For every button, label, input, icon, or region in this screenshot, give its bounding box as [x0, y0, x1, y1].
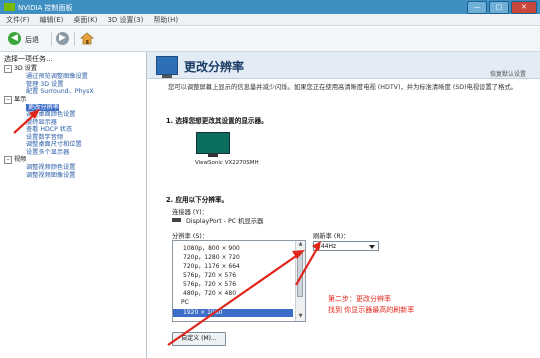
page-header: 更改分辨率 恢复默认设置	[147, 52, 540, 79]
main-panel: 更改分辨率 恢复默认设置 您可以调整屏幕上显示的信息量并减少闪烁。如果您正在使用…	[147, 52, 540, 358]
resolution-option[interactable]: 480p，720 × 480	[183, 288, 236, 297]
close-button[interactable]: ✕	[511, 1, 537, 14]
tree-item-preview-image[interactable]: 通过预览调整图像设置	[4, 73, 94, 81]
minimize-button[interactable]: —	[467, 1, 487, 14]
nvidia-logo-icon	[4, 3, 15, 11]
sidebar-title: 选择一项任务...	[4, 55, 53, 63]
tree-item-desktop-size[interactable]: 调整桌面尺寸和位置	[4, 141, 94, 149]
menu-desktop[interactable]: 桌面(K)	[73, 14, 97, 25]
back-button-label[interactable]: 后退	[25, 35, 39, 45]
monitor-name: ViewSonic VX2270SMH	[195, 160, 259, 166]
page-description: 您可以调整屏幕上显示的信息量并减少闪烁。如果您正在使用高清晰度电视 (HDTV)…	[168, 84, 517, 91]
scroll-up-icon[interactable]: ▲	[297, 241, 304, 249]
title-bar: NVIDIA 控制面板 — □ ✕	[0, 0, 540, 14]
back-arrow-icon[interactable]: ◀	[8, 32, 21, 45]
restore-defaults-link[interactable]: 恢复默认设置	[490, 69, 526, 78]
resolution-option[interactable]: 576p，720 × 576	[183, 279, 236, 288]
annotation-line-1: 第二步：更改分辨率	[328, 295, 391, 303]
collapse-icon[interactable]: −	[4, 156, 12, 164]
refresh-rate-value: 144Hz	[317, 243, 337, 250]
toolbar-divider	[74, 32, 75, 46]
annotation-line-2: 找到 你显示器最高的刷新率	[328, 306, 415, 314]
home-icon[interactable]	[80, 32, 94, 45]
connector-value-row: DisplayPort - PC 机显示器	[172, 216, 263, 225]
tree-item-surround-physx[interactable]: 配置 Surround、PhysX	[4, 88, 94, 96]
tree-node-3d-settings[interactable]: −3D 设置	[4, 65, 94, 73]
tree-item-change-resolution[interactable]: 更改分辨率	[26, 103, 59, 111]
maximize-button[interactable]: □	[489, 1, 509, 14]
tree-node-label: 3D 设置	[14, 65, 38, 72]
monitor-screen	[196, 132, 230, 154]
resolution-option[interactable]: 1080p，800 × 900	[183, 243, 240, 252]
refresh-rate-label: 刷新率 (R)：	[313, 233, 350, 240]
display-settings-icon	[156, 56, 178, 78]
resolution-option[interactable]: 576p，720 × 576	[183, 270, 236, 279]
step-1-heading: 1. 选择您想更改其设置的显示器。	[166, 117, 268, 125]
resolution-scrollbar[interactable]: ▲ ▼	[295, 241, 305, 321]
forward-arrow-icon[interactable]: ▶	[56, 32, 69, 45]
tree-node-display[interactable]: − 显示	[4, 95, 94, 104]
task-sidebar: 选择一项任务... −3D 设置 通过预览调整图像设置 管理 3D 设置 配置 …	[0, 52, 147, 358]
window-controls: — □ ✕	[467, 1, 537, 14]
tree-item-hdcp-status[interactable]: 查看 HDCP 状态	[4, 126, 94, 134]
tree-item-multiple-displays[interactable]: 设置多个显示器	[4, 149, 94, 157]
tree-node-label: 显示	[14, 95, 27, 103]
tree-item-rotate-display[interactable]: 旋转显示器	[4, 119, 94, 127]
connector-icon	[172, 218, 181, 222]
connector-value: DisplayPort - PC 机显示器	[186, 218, 264, 225]
collapse-icon[interactable]: −	[4, 65, 12, 73]
monitor-stand	[208, 153, 218, 157]
tree-item-change-resolution-row: 更改分辨率	[4, 103, 94, 111]
step-2-heading: 2. 应用以下分辨率。	[166, 196, 229, 204]
resolution-label: 分辨率 (S)：	[172, 233, 209, 240]
task-tree: −3D 设置 通过预览调整图像设置 管理 3D 设置 配置 Surround、P…	[4, 65, 94, 179]
refresh-rate-dropdown[interactable]: 144Hz	[313, 241, 379, 251]
tree-item-video-color[interactable]: 调整视频颜色设置	[4, 164, 94, 172]
page-title: 更改分辨率	[184, 60, 245, 74]
monitor-icon[interactable]	[196, 132, 230, 158]
resolution-option[interactable]: 720p，1176 × 664	[183, 261, 240, 270]
window-title: NVIDIA 控制面板	[18, 4, 73, 12]
menu-bar: 文件(F) 编辑(E) 桌面(K) 3D 设置(3) 帮助(H)	[0, 14, 540, 26]
resolution-option-selected[interactable]: 1920 × 1080	[173, 309, 293, 317]
scroll-down-icon[interactable]: ▼	[297, 313, 304, 321]
connector-label: 连接器 (Y)：	[172, 209, 208, 216]
menu-3d-settings[interactable]: 3D 设置(3)	[107, 14, 143, 25]
resolution-option[interactable]: 720p，1280 × 720	[183, 252, 240, 261]
collapse-icon[interactable]: −	[4, 95, 12, 104]
resolution-category: PC	[181, 299, 189, 306]
resolution-list[interactable]: 1080p，800 × 900 720p，1280 × 720 720p，117…	[172, 240, 306, 322]
scroll-thumb[interactable]	[297, 253, 303, 297]
menu-edit[interactable]: 编辑(E)	[40, 14, 64, 25]
tree-item-manage-3d[interactable]: 管理 3D 设置	[4, 81, 94, 89]
tree-item-video-image[interactable]: 调整视频图像设置	[4, 172, 94, 180]
tree-item-desktop-color[interactable]: 调整桌面颜色设置	[4, 111, 94, 119]
tree-node-label: 视频	[14, 156, 27, 163]
menu-file[interactable]: 文件(F)	[6, 14, 30, 25]
customize-button[interactable]: 自定义 (M)...	[172, 332, 226, 346]
toolbar: ◀ 后退 ▶	[0, 27, 540, 52]
toolbar-divider	[51, 32, 52, 46]
menu-help[interactable]: 帮助(H)	[153, 14, 178, 25]
tutorial-annotation: 第二步：更改分辨率 找到 你显示器最高的刷新率	[328, 294, 414, 316]
tree-node-video[interactable]: − 视频	[4, 156, 94, 164]
tree-item-digital-audio[interactable]: 设置数字音频	[4, 134, 94, 142]
dropdown-arrow-icon	[369, 245, 375, 249]
